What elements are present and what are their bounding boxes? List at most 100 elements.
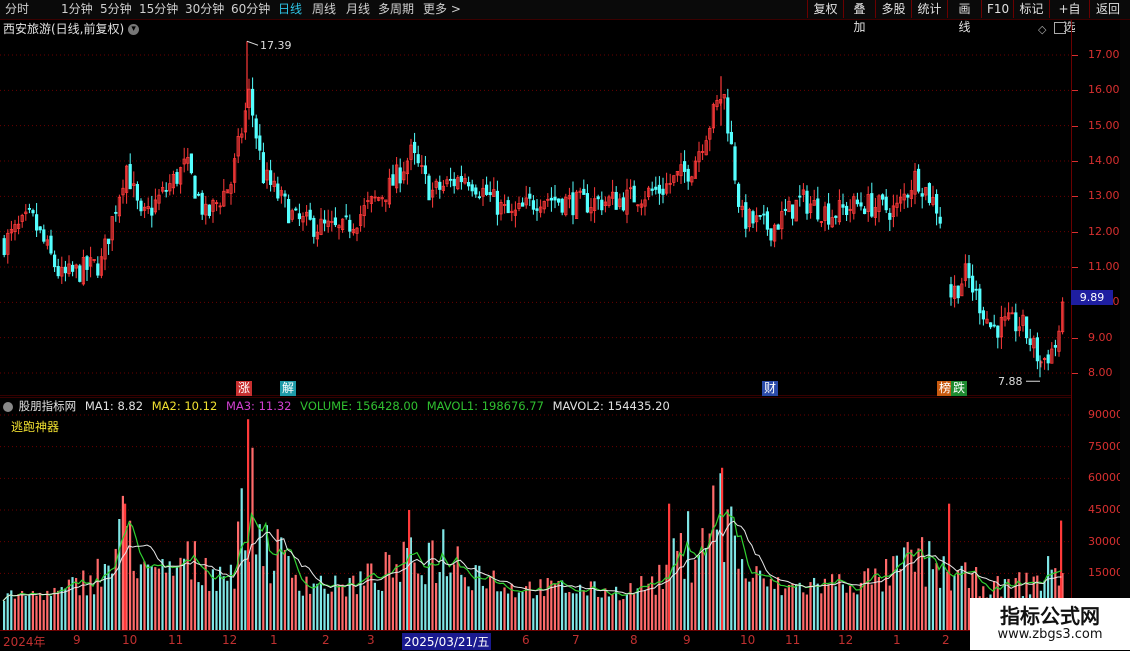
add-favorite-button[interactable]: +自选	[1049, 0, 1089, 34]
volume-spike	[948, 503, 951, 630]
panel-toggle-icon[interactable]	[1054, 22, 1066, 34]
volume-bar	[881, 591, 884, 630]
indicator-name[interactable]: 股朋指标网	[19, 399, 77, 413]
volume-bar	[107, 565, 110, 630]
volume-bar	[82, 570, 85, 630]
volume-axis-tick: 30000	[1088, 534, 1123, 548]
candle-down	[196, 193, 201, 196]
volume-bar	[737, 568, 740, 630]
volume-bar	[723, 562, 726, 630]
period-tab-more[interactable]: 更多 >	[423, 1, 461, 18]
volume-bar	[690, 582, 693, 630]
volume-bar	[816, 583, 819, 630]
period-tab-daily[interactable]: 日线	[278, 1, 302, 18]
volume-bar	[226, 580, 229, 630]
volume-bar	[629, 583, 632, 630]
volume-bar	[229, 564, 232, 630]
candle-down	[686, 168, 690, 182]
candlestick-chart[interactable]: 17.39 7.88	[0, 20, 1071, 396]
volume-bar	[827, 584, 830, 630]
volume-bar	[665, 564, 668, 630]
volume-bar	[366, 563, 369, 630]
period-tab-weekly[interactable]: 周线	[312, 1, 336, 18]
stock-title[interactable]: 西安旅游(日线,前复权) ▾	[3, 20, 140, 38]
volume-bar	[413, 562, 416, 630]
candle-down	[200, 192, 204, 215]
period-tab-15min[interactable]: 15分钟	[139, 1, 178, 18]
period-tab-fenshi[interactable]: 分时	[5, 1, 29, 18]
watermark-title: 指标公式网	[1000, 604, 1100, 628]
volume-bar	[798, 582, 801, 630]
volume-bar	[237, 521, 240, 630]
volume-indicator-chart[interactable]	[0, 397, 1071, 630]
adjust-button[interactable]: 复权	[807, 0, 843, 18]
candle-down	[632, 185, 636, 203]
period-tab-5min[interactable]: 5分钟	[100, 1, 132, 18]
volume-bar	[60, 587, 63, 630]
candle-down	[276, 183, 280, 199]
volume-bar	[856, 594, 859, 630]
watermark-logo: 指标公式网 www.zbgs3.com	[970, 598, 1130, 650]
candle-down	[71, 264, 75, 272]
volume-bar	[600, 597, 603, 630]
volume-bar	[388, 554, 391, 630]
event-tag-unlock[interactable]: 解	[280, 381, 297, 396]
back-button[interactable]: 返回	[1089, 0, 1126, 18]
volume-bar	[910, 549, 913, 630]
mark-button[interactable]: 标记	[1013, 0, 1049, 18]
period-tab-60min[interactable]: 60分钟	[231, 1, 270, 18]
settings-icon[interactable]	[3, 401, 13, 412]
side-panel-strip[interactable]	[1120, 20, 1130, 630]
period-tab-1min[interactable]: 1分钟	[61, 1, 93, 18]
volume-bar	[809, 582, 812, 630]
event-tag-down[interactable]: 跌	[951, 381, 968, 396]
statistics-button[interactable]: 统计	[911, 0, 947, 18]
period-tab-30min[interactable]: 30分钟	[185, 1, 224, 18]
candle-down	[917, 168, 921, 192]
period-tab-multi[interactable]: 多周期	[378, 1, 414, 18]
volume-bar	[348, 577, 351, 630]
candle-down	[888, 212, 892, 220]
chevron-down-icon[interactable]: ▾	[128, 24, 140, 35]
date-axis-label: 9	[73, 633, 81, 647]
price-axis-tickmark	[1072, 231, 1078, 233]
candle-down	[114, 212, 118, 214]
f10-button[interactable]: F10	[981, 0, 1013, 18]
volume-bar	[485, 588, 488, 630]
price-axis-tick: 11.00	[1088, 260, 1120, 273]
multi-stock-button[interactable]: 多股	[875, 0, 911, 18]
volume-bar	[262, 566, 265, 630]
volume-bar	[481, 585, 484, 630]
event-tag-up[interactable]: 涨	[236, 381, 253, 396]
candle-down	[535, 208, 539, 211]
date-axis-label: 1	[270, 633, 278, 647]
period-tab-monthly[interactable]: 月线	[346, 1, 370, 18]
volume-bar	[532, 598, 535, 630]
candle-down	[996, 325, 1000, 338]
volume-bar	[215, 590, 218, 630]
price-axis-tick: 9.00	[1088, 330, 1113, 344]
volume-bar	[143, 561, 146, 630]
volume-bar	[53, 587, 56, 630]
watermark-url: www.zbgs3.com	[997, 627, 1103, 642]
volume-bar	[208, 590, 211, 630]
candle-down	[650, 188, 654, 191]
volume-bar	[546, 577, 549, 630]
candle-down	[1053, 345, 1057, 348]
diamond-icon[interactable]: ◇	[1038, 23, 1046, 36]
volume-bar	[193, 541, 196, 630]
volume-bar	[823, 578, 826, 630]
draw-line-button[interactable]: 画线	[947, 0, 981, 34]
candle-down	[798, 195, 802, 198]
event-tag-finance[interactable]: 财	[762, 381, 779, 396]
candle-down	[971, 275, 975, 293]
candle-down	[452, 178, 456, 187]
volume-bar	[334, 575, 337, 630]
volume-bar	[867, 568, 870, 630]
overlay-button[interactable]: 叠加	[843, 0, 875, 34]
volume-bar	[42, 600, 45, 630]
volume-bar	[449, 572, 452, 630]
volume-bar	[503, 587, 506, 630]
volume-bar	[543, 596, 546, 630]
volume-bar	[301, 595, 304, 630]
